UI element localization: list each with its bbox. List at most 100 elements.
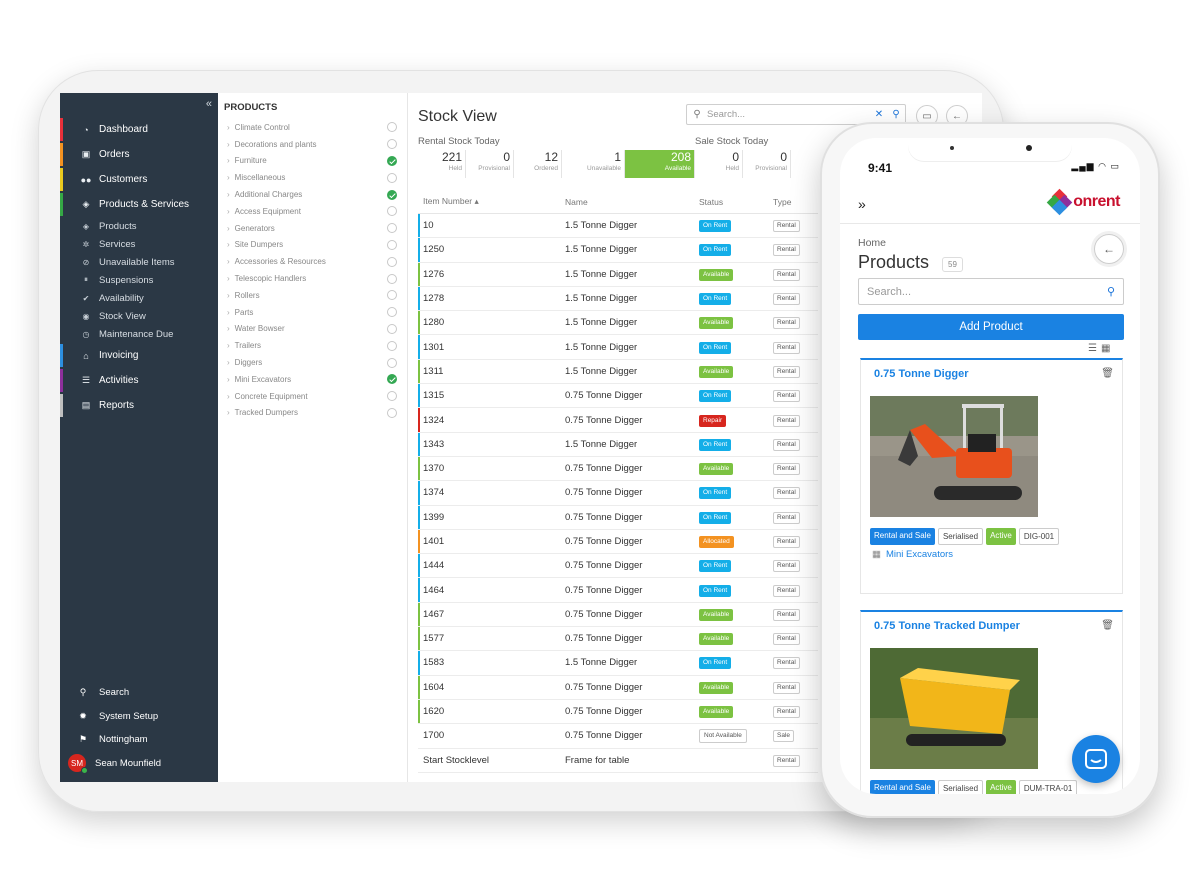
table-row[interactable]: 1280 1.5 Tonne Digger Available Rental [418, 311, 818, 336]
sidebar-location[interactable]: ⚑ Nottingham [60, 728, 218, 752]
sidebar-item-orders[interactable]: ▣ Orders [60, 142, 218, 167]
category-item[interactable]: › Climate Control [218, 119, 407, 136]
sidebar-item-reports[interactable]: ▤ Reports [60, 393, 218, 418]
sidebar-item-activities[interactable]: ☰ Activities [60, 368, 218, 393]
stat-ordered[interactable]: 12 Ordered [514, 150, 562, 178]
category-item[interactable]: › Accessories & Resources [218, 253, 407, 270]
double-chevron-right-icon[interactable]: » [858, 196, 866, 212]
stat-sale-provisional[interactable]: 0 Provisional [743, 150, 791, 178]
category-checkbox[interactable] [387, 206, 397, 217]
table-row[interactable]: 1399 0.75 Tonne Digger On Rent Rental [418, 505, 818, 530]
sidebar-item-invoicing[interactable]: ⌂ Invoicing [60, 343, 218, 368]
table-row[interactable]: 1370 0.75 Tonne Digger Available Rental [418, 456, 818, 482]
column-header-item-number[interactable]: Item Number ▴ [418, 196, 565, 207]
table-row[interactable]: 1583 1.5 Tonne Digger On Rent Rental [418, 651, 818, 676]
stat-sale-held[interactable]: 0 Held [695, 150, 743, 178]
category-item[interactable]: › Generators [218, 220, 407, 237]
category-item[interactable]: › Water Bowser [218, 321, 407, 338]
stat-available[interactable]: 208 Available [625, 150, 695, 178]
category-checkbox[interactable] [387, 374, 397, 385]
category-checkbox[interactable] [387, 340, 397, 351]
sidebar-sub-stock-view[interactable]: ◉ Stock View [60, 307, 218, 325]
category-checkbox[interactable] [387, 172, 397, 183]
category-checkbox[interactable] [387, 139, 397, 150]
chat-button[interactable] [1072, 735, 1120, 783]
category-checkbox[interactable] [387, 407, 397, 418]
category-checkbox[interactable] [387, 391, 397, 402]
sidebar-search[interactable]: ⚲ Search [60, 681, 218, 705]
category-item[interactable]: › Rollers [218, 287, 407, 304]
sidebar-item-dashboard[interactable]: ◔ Dashboard [60, 117, 218, 142]
search-icon[interactable]: ⚲ [1099, 285, 1123, 298]
search-input[interactable]: Search... [707, 109, 871, 120]
table-row[interactable]: 1301 1.5 Tonne Digger On Rent Rental [418, 335, 818, 360]
sidebar-system-setup[interactable]: ✹ System Setup [60, 705, 218, 729]
sidebar-sub-maintenance-due[interactable]: ◷ Maintenance Due [60, 325, 218, 343]
sidebar-item-products-services[interactable]: ◈ Products & Services [60, 192, 218, 217]
grid-view-icon[interactable]: ▦ [1101, 343, 1114, 354]
category-item[interactable]: › Parts [218, 304, 407, 321]
table-row[interactable]: 1250 1.5 Tonne Digger On Rent Rental [418, 238, 818, 263]
category-item[interactable]: › Concrete Equipment [218, 388, 407, 405]
table-row[interactable]: 1577 0.75 Tonne Digger Available Rental [418, 627, 818, 652]
double-chevron-left-icon[interactable]: « [206, 98, 212, 110]
table-row[interactable]: 1278 1.5 Tonne Digger On Rent Rental [418, 286, 818, 312]
table-row[interactable]: 10 1.5 Tonne Digger On Rent Rental [418, 214, 818, 239]
category-checkbox[interactable] [387, 189, 397, 200]
table-row[interactable]: 1343 1.5 Tonne Digger On Rent Rental [418, 432, 818, 457]
back-button[interactable]: ← [1094, 234, 1124, 264]
category-checkbox[interactable] [387, 323, 397, 334]
category-item[interactable]: › Trailers [218, 337, 407, 354]
sidebar-sub-services[interactable]: ✲ Services [60, 235, 218, 253]
category-item[interactable]: › Additional Charges [218, 186, 407, 203]
sidebar-sub-availability[interactable]: ✔ Availability [60, 289, 218, 307]
column-header-type[interactable]: Type [773, 197, 818, 207]
stat-held[interactable]: 221 Held [418, 150, 466, 178]
product-title[interactable]: 0.75 Tonne Digger [874, 368, 969, 380]
trash-icon[interactable]: 🗑 [1101, 620, 1114, 631]
list-view-icon[interactable]: ☰ [1088, 343, 1101, 354]
table-row[interactable]: 1311 1.5 Tonne Digger Available Rental [418, 359, 818, 385]
table-row[interactable]: 1374 0.75 Tonne Digger On Rent Rental [418, 481, 818, 506]
clear-icon[interactable]: ✕ [871, 109, 887, 120]
table-row[interactable]: 1444 0.75 Tonne Digger On Rent Rental [418, 554, 818, 579]
category-checkbox[interactable] [387, 239, 397, 250]
column-header-status[interactable]: Status [699, 197, 773, 207]
category-item[interactable]: › Mini Excavators [218, 371, 407, 388]
table-row[interactable]: 1604 0.75 Tonne Digger Available Rental [418, 675, 818, 700]
table-row[interactable]: 1315 0.75 Tonne Digger On Rent Rental [418, 384, 818, 409]
stat-provisional[interactable]: 0 Provisional [466, 150, 514, 178]
category-item[interactable]: › Telescopic Handlers [218, 270, 407, 287]
breadcrumb[interactable]: Home [858, 237, 886, 249]
column-header-name[interactable]: Name [565, 197, 699, 207]
category-checkbox[interactable] [387, 155, 397, 166]
table-row[interactable]: 1401 0.75 Tonne Digger Allocated Rental [418, 529, 818, 555]
category-checkbox[interactable] [387, 307, 397, 318]
category-link[interactable]: ▦ Mini Excavators [872, 549, 953, 560]
sidebar-sub-unavailable-items[interactable]: ⊘ Unavailable Items [60, 253, 218, 271]
table-row[interactable]: 1276 1.5 Tonne Digger Available Rental [418, 262, 818, 287]
table-row[interactable]: 1620 0.75 Tonne Digger Available Rental [418, 699, 818, 725]
sidebar-sub-suspensions[interactable]: ⏸ Suspensions [60, 271, 218, 289]
category-checkbox[interactable] [387, 357, 397, 368]
table-row[interactable]: 1464 0.75 Tonne Digger On Rent Rental [418, 578, 818, 603]
stat-unavailable[interactable]: 1 Unavailable [562, 150, 625, 178]
table-row[interactable]: 1324 0.75 Tonne Digger Repair Rental [418, 408, 818, 433]
add-product-button[interactable]: Add Product [858, 314, 1124, 340]
sidebar-item-customers[interactable]: ●● Customers [60, 167, 218, 192]
product-title[interactable]: 0.75 Tonne Tracked Dumper [874, 620, 1020, 632]
category-item[interactable]: › Tracked Dumpers [218, 405, 407, 422]
table-row[interactable]: 1700 0.75 Tonne Digger Not Available Sale [418, 724, 818, 749]
category-checkbox[interactable] [387, 223, 397, 234]
category-checkbox[interactable] [387, 256, 397, 267]
sidebar-user[interactable]: SM Sean Mounfield [60, 752, 218, 776]
search-submit-icon[interactable]: ⚲ [887, 109, 905, 120]
category-item[interactable]: › Access Equipment [218, 203, 407, 220]
table-row[interactable]: Start Stocklevel Frame for table Rental [418, 749, 818, 773]
category-checkbox[interactable] [387, 290, 397, 301]
category-item[interactable]: › Site Dumpers [218, 237, 407, 254]
category-checkbox[interactable] [387, 122, 397, 133]
category-item[interactable]: › Furniture [218, 153, 407, 170]
search-input[interactable]: Search... [867, 286, 1099, 298]
table-row[interactable]: 1467 0.75 Tonne Digger Available Rental [418, 602, 818, 628]
